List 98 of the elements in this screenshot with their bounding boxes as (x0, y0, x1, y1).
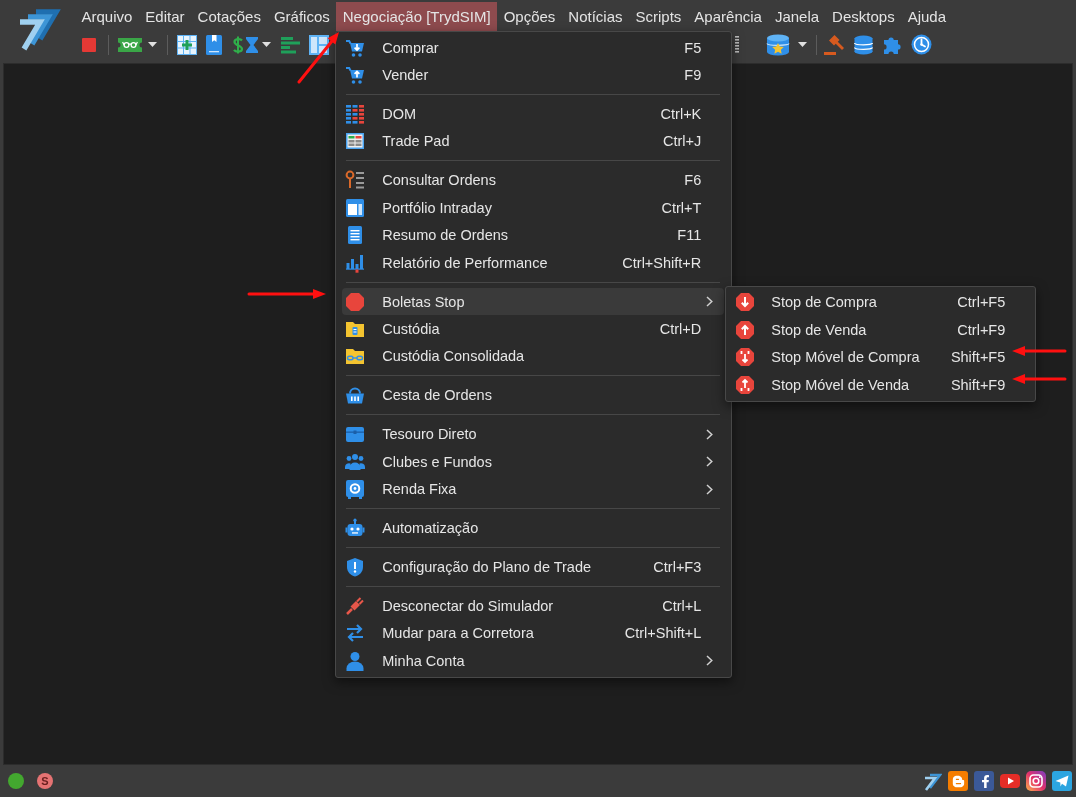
menu-item[interactable]: Cesta de Ordens (342, 381, 725, 410)
menu-item[interactable]: Custódia Ctrl+D (342, 315, 725, 343)
camera-logo-icon[interactable] (1026, 771, 1046, 791)
ticket-icon[interactable] (118, 36, 142, 53)
shortcut-text: F5 (683, 39, 702, 56)
menu-item[interactable]: Automatização (342, 514, 725, 542)
shortcut-text: Ctrl+J (662, 133, 702, 150)
caret-down-icon[interactable] (798, 42, 807, 47)
shortcut-text: Shift+F5 (949, 349, 1006, 366)
shortcut-text: Ctrl+F9 (956, 321, 1006, 338)
menu-bar-item[interactable]: Negociação [TrydSIM] (336, 2, 498, 31)
menu-bar-item[interactable]: Scripts (629, 2, 688, 31)
octagon-icon (345, 291, 366, 312)
menu-item[interactable]: Desconectar do Simulador Ctrl+L (342, 592, 725, 620)
menu-item[interactable]: Comprar F5 (342, 34, 725, 62)
menu-bar-item[interactable]: Cotações (191, 2, 268, 31)
plug-icon (345, 596, 366, 617)
shortcut-text: Ctrl+K (659, 106, 702, 123)
paper-plane-icon[interactable] (1052, 771, 1072, 791)
menu-item[interactable]: Boletas Stop (342, 287, 725, 316)
menu-item[interactable]: Vender F9 (342, 61, 725, 89)
menu-item[interactable]: Resumo de Ordens F11 (342, 221, 725, 249)
shortcut-text: F11 (676, 227, 702, 244)
person-icon (345, 650, 366, 671)
menu-item[interactable]: Portfólio Intraday Ctrl+T (342, 194, 725, 222)
app-logo-icon[interactable] (922, 771, 942, 791)
stop-square-icon[interactable] (82, 37, 96, 52)
bar-chart-icon (345, 252, 366, 273)
menu-item[interactable]: Consultar Ordens F6 (342, 166, 725, 195)
menu-bar-item[interactable]: Ajuda (901, 2, 953, 31)
menu-bar-item[interactable]: Janela (768, 2, 826, 31)
clock-icon[interactable] (911, 34, 932, 55)
menu-bar-item[interactable]: Arquivo (75, 2, 139, 31)
caret-down-icon[interactable] (148, 42, 157, 47)
menu-item[interactable]: Clubes e Fundos (342, 448, 725, 476)
database-star-icon[interactable] (766, 33, 792, 56)
cart-down-arrow-icon (345, 37, 366, 58)
f-logo-icon[interactable] (974, 771, 994, 791)
magnifier-list-icon (345, 170, 366, 191)
submenu-item[interactable]: Stop de Compra Ctrl+F5 (732, 288, 1009, 316)
bookmark-book-icon[interactable] (206, 34, 222, 55)
menu-item[interactable]: Relatório de Performance Ctrl+Shift+R (342, 248, 725, 277)
menu-item[interactable]: Mudar para a Corretora Ctrl+Shift+L (342, 619, 725, 648)
safe-icon (345, 479, 366, 500)
menu-bar-item[interactable]: Editar (138, 2, 192, 31)
octagon-dashed-down-arrow-icon (735, 347, 756, 368)
database-icon[interactable] (854, 34, 873, 55)
mode-badge: S (37, 773, 53, 789)
table-window-icon (345, 131, 366, 152)
shortcut-text: Ctrl+L (661, 598, 702, 615)
chest-icon (345, 424, 366, 445)
people-icon (345, 451, 366, 472)
shortcut-text: F9 (683, 67, 702, 84)
shortcut-text: Ctrl+F3 (652, 559, 702, 576)
shortcut-text: Shift+F9 (949, 376, 1006, 393)
b-logo-icon[interactable] (948, 771, 968, 791)
menu-bar-item[interactable]: Gráficos (267, 2, 337, 31)
play-logo-icon[interactable] (1000, 771, 1020, 791)
menu-item[interactable]: Configuração do Plano de Trade Ctrl+F3 (342, 553, 725, 581)
layout-icon[interactable] (309, 34, 329, 55)
shortcut-text: F6 (683, 172, 702, 189)
menu-item[interactable]: Tesouro Direto (342, 420, 725, 449)
caret-down-icon[interactable] (262, 42, 271, 47)
window-layout-icon (345, 197, 366, 218)
bars-icon[interactable] (281, 35, 301, 54)
basket-icon (345, 385, 366, 406)
shortcut-text: Ctrl+F5 (956, 294, 1006, 311)
folder-icon (345, 319, 366, 339)
shortcut-text: Ctrl+D (658, 321, 702, 337)
puzzle-icon[interactable] (882, 34, 903, 55)
menu-item[interactable]: Custódia Consolidada (342, 342, 725, 371)
menu-bar-item[interactable]: Notícias (561, 2, 629, 31)
shortcut-text: Ctrl+T (660, 199, 702, 216)
octagon-up-arrow-icon (735, 319, 756, 340)
robot-icon (345, 518, 366, 539)
submenu-item[interactable]: Stop Móvel de Venda Shift+F9 (732, 370, 1009, 399)
menu-item[interactable]: DOM Ctrl+K (342, 100, 725, 128)
grid-bars-icon (345, 104, 366, 125)
swap-arrows-icon (345, 623, 366, 644)
gavel-icon[interactable] (824, 34, 845, 55)
submenu-item[interactable]: Stop de Venda Ctrl+F9 (732, 315, 1009, 344)
cart-up-arrow-icon (345, 65, 366, 86)
octagon-dashed-up-arrow-icon (735, 374, 756, 395)
menu-item[interactable]: Trade Pad Ctrl+J (342, 127, 725, 156)
folder-link-icon (345, 346, 366, 367)
octagon-down-arrow-icon (735, 292, 756, 313)
menu-bar-item[interactable]: Desktops (825, 2, 902, 31)
menu-bar-item[interactable]: Aparência (687, 2, 769, 31)
menu-item[interactable]: Renda Fixa (342, 475, 725, 503)
grip-icon[interactable] (734, 34, 740, 55)
table-add-icon[interactable] (177, 34, 197, 55)
shield-icon (345, 557, 366, 578)
submenu-item[interactable]: Stop Móvel de Compra Shift+F5 (732, 343, 1009, 371)
menu-item[interactable]: Minha Conta (342, 647, 725, 675)
dollar-hourglass-icon[interactable] (232, 34, 260, 55)
shortcut-text: Ctrl+Shift+L (623, 625, 702, 642)
shortcut-text: Ctrl+Shift+R (621, 254, 702, 271)
menu-bar-item[interactable]: Opções (497, 2, 562, 31)
